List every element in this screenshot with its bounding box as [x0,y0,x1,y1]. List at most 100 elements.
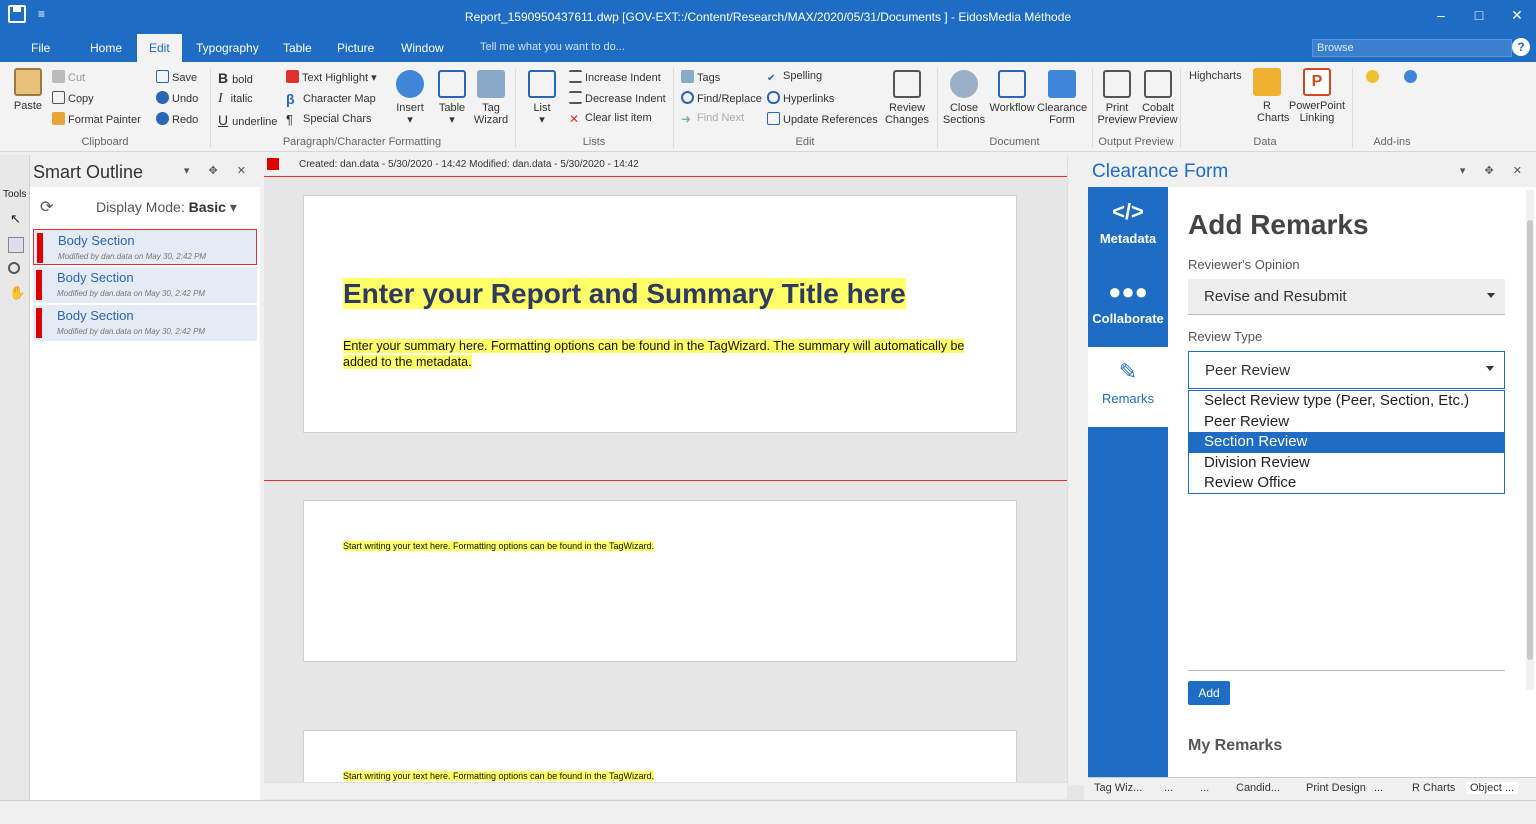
spelling-button[interactable]: ✔ Spelling [767,70,822,86]
dropdown-option-highlighted[interactable]: Section Review [1189,432,1504,453]
dropdown-option[interactable]: Division Review [1189,453,1504,474]
status-bar [0,800,1536,824]
close-sections-button[interactable]: Close Sections [942,70,986,126]
bold-button[interactable]: Bbold [218,70,253,86]
dropdown-option[interactable]: Select Review type (Peer, Section, Etc.) [1189,391,1504,412]
document-summary[interactable]: Enter your summary here. Formatting opti… [343,338,983,370]
tab-window[interactable]: Window [401,34,444,62]
review-type-select[interactable]: Peer Review [1188,351,1505,389]
minimize-button[interactable]: – [1422,0,1460,30]
review-changes-button[interactable]: Review Changes [880,70,934,126]
display-mode-selector[interactable]: Display Mode: Basic ▾ [96,199,237,216]
undo-button[interactable]: Undo [156,91,198,105]
find-next-button[interactable]: ➜ Find Next [681,112,744,126]
nav-remarks[interactable]: ✎ Remarks [1088,347,1168,427]
clear-list-item-button[interactable]: ✕ Clear list item [569,112,652,126]
document-title[interactable]: Enter your Report and Summary Title here [343,278,906,310]
body-page[interactable]: Start writing your text here. Formatting… [303,730,1017,790]
tab-object[interactable]: Object ... [1466,782,1519,794]
close-button[interactable]: ✕ [1498,0,1536,30]
dropdown-option[interactable]: Review Office [1189,473,1504,494]
format-painter-button[interactable]: Format Painter [52,112,141,126]
hyperlinks-button[interactable]: Hyperlinks [767,91,834,105]
list-button[interactable]: List ▾ [527,70,557,126]
print-preview-icon [1103,70,1131,98]
opinion-select[interactable]: Revise and Resubmit [1188,279,1505,315]
tab-panel-2[interactable]: ... [1164,782,1173,794]
body-text[interactable]: Start writing your text here. Formatting… [343,541,654,551]
help-icon[interactable]: ? [1512,38,1530,56]
title-page[interactable]: Enter your Report and Summary Title here… [303,195,1017,433]
cobalt-preview-button[interactable]: Cobalt Preview [1138,70,1178,126]
redo-button[interactable]: Redo [156,112,198,126]
table-button[interactable]: Table ▾ [435,70,469,126]
outline-section[interactable]: Body Section Modified by dan.data on May… [33,267,257,303]
body-text[interactable]: Start writing your text here. Formatting… [343,771,654,781]
text-tool-icon[interactable] [8,237,24,253]
dropdown-option[interactable]: Peer Review [1189,412,1504,433]
tab-table[interactable]: Table [283,34,312,62]
tab-tag-wizard[interactable]: Tag Wiz... [1094,782,1142,794]
tell-me-input[interactable]: Tell me what you want to do... [480,41,625,53]
browse-input[interactable]: Browse [1312,39,1512,57]
tab-edit[interactable]: Edit [137,34,182,62]
increase-indent-button[interactable]: Increase Indent [569,70,661,84]
clearance-scrollbar[interactable] [1526,190,1534,690]
text-highlight-button[interactable]: Text Highlight ▾ [286,70,377,84]
tab-r-charts[interactable]: R Charts [1412,782,1455,794]
nav-collaborate[interactable]: ●●● Collaborate [1088,267,1168,347]
lists-group-label: Lists [582,136,606,148]
hand-icon[interactable]: ✋ [9,285,25,301]
horizontal-scrollbar[interactable] [264,782,1067,799]
r-charts-button[interactable]: R Charts [1248,68,1289,124]
copy-button[interactable]: Copy [52,91,94,105]
panel-controls[interactable]: ▾ ✥ ✕ [1460,164,1530,177]
vertical-scrollbar[interactable] [1067,155,1084,785]
comment-icon[interactable] [1404,70,1420,84]
italic-button[interactable]: Iitalic [218,91,253,107]
outline-section[interactable]: Body Section Modified by dan.data on May… [33,305,257,341]
bold-icon: B [218,70,229,86]
save-button[interactable]: Save [156,70,197,84]
find-replace-button[interactable]: Find/Replace [681,91,762,105]
decrease-indent-button[interactable]: Decrease Indent [569,91,666,105]
powerpoint-linking-button[interactable]: P PowerPoint Linking [1288,68,1346,124]
zoom-icon[interactable] [8,262,20,274]
chevron-down-icon [1486,366,1494,371]
highcharts-button[interactable]: Highcharts [1189,70,1242,82]
tab-candidates[interactable]: Candid... [1236,782,1280,794]
scroll-thumb[interactable] [1527,220,1533,660]
print-preview-button[interactable]: Print Preview [1096,70,1138,126]
refresh-icon[interactable]: ⟳ [40,197,53,217]
insert-button[interactable]: Insert ▾ [393,70,427,126]
tab-typography[interactable]: Typography [196,34,259,62]
special-chars-button[interactable]: ¶ Special Chars [286,112,371,127]
update-references-button[interactable]: Update References [767,112,878,126]
remarks-input-underline[interactable] [1188,670,1505,671]
clearance-form-button[interactable]: Clearance Form [1037,70,1087,126]
tab-file[interactable]: File [31,34,50,62]
outline-section[interactable]: Body Section Modified by dan.data on May… [33,229,257,265]
maximize-button[interactable]: □ [1460,0,1498,30]
addins-group-label: Add-ins [1373,136,1411,148]
lightbulb-icon[interactable] [1366,70,1382,84]
paste-button[interactable]: Paste [10,68,46,112]
body-page[interactable]: Start writing your text here. Formatting… [303,500,1017,662]
nav-metadata[interactable]: </> Metadata [1088,187,1168,267]
character-map-button[interactable]: β Character Map [286,91,376,107]
section-marker [37,233,43,263]
add-button[interactable]: Add [1188,681,1230,705]
tab-picture[interactable]: Picture [337,34,374,62]
cut-button[interactable]: Cut [52,70,85,84]
tags-button[interactable]: Tags [681,70,720,84]
underline-button[interactable]: Uunderline [218,112,277,128]
tab-home[interactable]: Home [90,34,122,62]
panel-controls[interactable]: ▾ ✥ ✕ [184,164,254,177]
workflow-button[interactable]: Workflow [986,70,1038,114]
tab-panel-6[interactable]: ... [1374,782,1383,794]
data-group-label: Data [1253,136,1277,148]
tag-wizard-button[interactable]: Tag Wizard [473,70,509,126]
tab-print-design[interactable]: Print Design [1306,782,1366,794]
pointer-icon[interactable]: ↖ [10,211,21,227]
tab-panel-3[interactable]: ... [1200,782,1209,794]
